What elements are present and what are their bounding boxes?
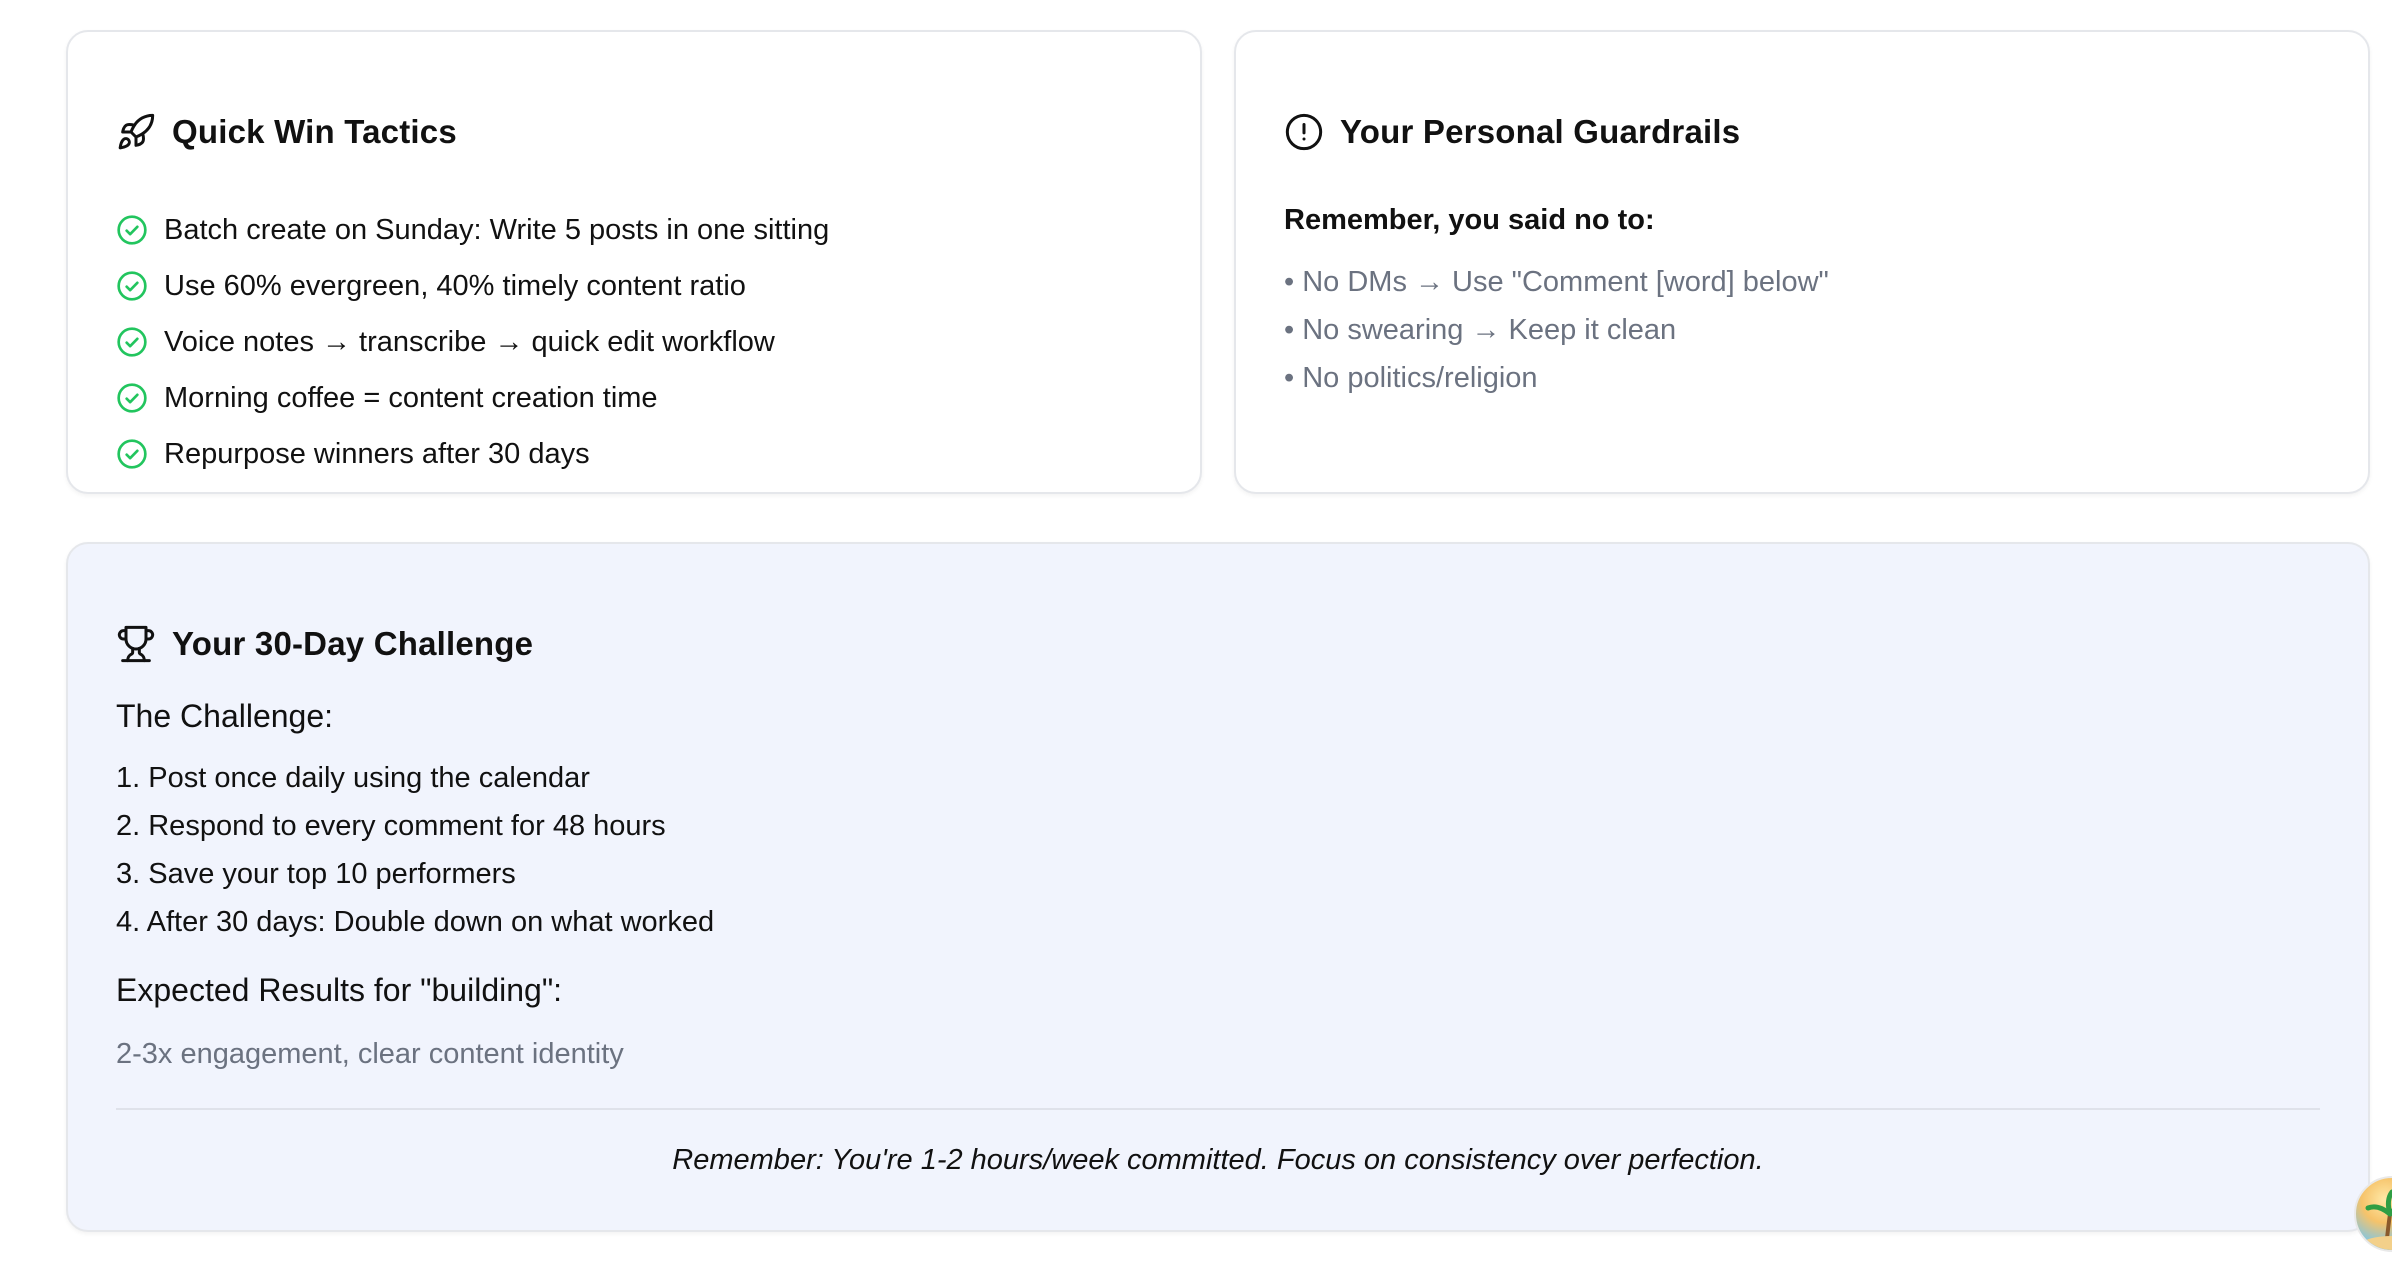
- divider: [116, 1108, 2320, 1110]
- list-item: 4. After 30 days: Double down on what wo…: [116, 906, 715, 938]
- guardrails-list: • No DMs → Use "Comment [word] below" • …: [1284, 258, 1829, 402]
- tactic-text: Batch create on Sunday: Write 5 posts in…: [164, 213, 830, 246]
- expected-results-heading: Expected Results for "building":: [116, 972, 563, 1008]
- trophy-icon: [116, 624, 156, 664]
- tactic-text: Repurpose winners after 30 days: [164, 437, 590, 470]
- personal-guardrails-title: Your Personal Guardrails: [1340, 113, 1741, 150]
- alert-circle-icon: [1284, 112, 1324, 152]
- list-item: Repurpose winners after 30 days: [116, 426, 829, 482]
- personal-guardrails-card: Your Personal Guardrails Remember, you s…: [1234, 30, 2370, 494]
- challenge-header: Your 30-Day Challenge: [116, 614, 533, 674]
- guardrails-label: Remember, you said no to:: [1284, 204, 1655, 236]
- check-circle-icon: [117, 271, 147, 301]
- list-item: Batch create on Sunday: Write 5 posts in…: [116, 202, 829, 258]
- list-item: Voice notes → transcribe → quick edit wo…: [116, 314, 829, 370]
- check-circle-icon: [117, 327, 147, 357]
- quick-win-tactics-title: Quick Win Tactics: [172, 113, 457, 150]
- quick-win-tactics-header: Quick Win Tactics: [116, 102, 457, 162]
- tactic-text: Use 60% evergreen, 40% timely content ra…: [164, 269, 746, 302]
- list-item: • No politics/religion: [1284, 362, 1538, 394]
- challenge-steps-list: 1. Post once daily using the calendar 2.…: [116, 754, 714, 946]
- challenge-subtitle: The Challenge:: [116, 698, 334, 734]
- tactic-text: Morning coffee = content creation time: [164, 381, 658, 414]
- rocket-icon: [116, 112, 156, 152]
- quick-win-tactics-card: Quick Win Tactics Batch create on Sunday…: [66, 30, 1202, 494]
- list-item: Use 60% evergreen, 40% timely content ra…: [116, 258, 829, 314]
- personal-guardrails-header: Your Personal Guardrails: [1284, 102, 1740, 162]
- check-circle-icon: [117, 383, 147, 413]
- check-circle-icon: [117, 215, 147, 245]
- list-item: 3. Save your top 10 performers: [116, 858, 516, 890]
- commitment-reminder: Remember: You're 1-2 hours/week committe…: [672, 1144, 1764, 1176]
- expected-results-text: 2-3x engagement, clear content identity: [116, 1038, 624, 1070]
- list-item: 2. Respond to every comment for 48 hours: [116, 810, 666, 842]
- list-item: 1. Post once daily using the calendar: [116, 762, 590, 794]
- tactics-list: Batch create on Sunday: Write 5 posts in…: [116, 202, 829, 482]
- list-item: • No DMs → Use "Comment [word] below": [1284, 266, 1829, 298]
- check-circle-icon: [117, 439, 147, 469]
- tactic-text: Voice notes → transcribe → quick edit wo…: [164, 325, 775, 358]
- list-item: • No swearing → Keep it clean: [1284, 314, 1677, 346]
- challenge-title: Your 30-Day Challenge: [172, 625, 534, 662]
- list-item: Morning coffee = content creation time: [116, 370, 829, 426]
- thirty-day-challenge-card: Your 30-Day Challenge The Challenge: 1. …: [66, 542, 2370, 1232]
